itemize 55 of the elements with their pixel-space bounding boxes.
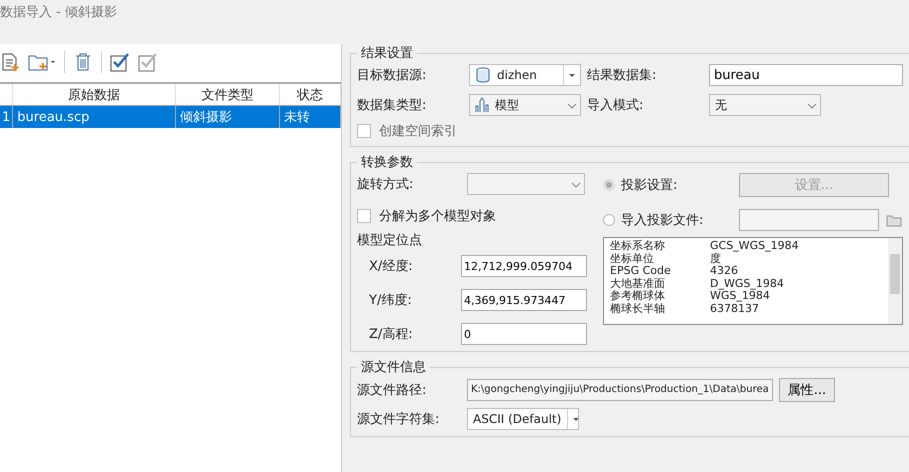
info-value: 6378137 — [710, 302, 759, 315]
field-label: 导入模式: — [587, 97, 644, 114]
file-path-field[interactable]: K:\gongcheng\yingjiju\Productions\Production_1\Data\burea — [467, 379, 773, 401]
checkbox[interactable] — [357, 124, 371, 138]
group-title: 结果设置 — [360, 45, 414, 62]
info-value: GCS_WGS_1984 — [710, 240, 799, 252]
radio-label: 投影设置: — [621, 177, 678, 194]
projection-file-input[interactable] — [739, 209, 879, 231]
window-title: 数据导入 - 倾斜摄影 — [0, 4, 118, 22]
info-key: EPSG Code — [610, 265, 710, 278]
datasource-dropdown[interactable]: dizhen — [469, 64, 581, 86]
section-label: 模型定位点 — [357, 232, 423, 249]
field-label: X/经度: — [368, 258, 414, 275]
coordinate-input[interactable]: 12,712,999.059704 — [461, 255, 587, 277]
database-icon — [475, 67, 491, 83]
info-key: 参考椭球体 — [610, 290, 710, 302]
radio-label: 导入投影文件: — [621, 212, 704, 229]
dataset-name-input[interactable]: bureau — [709, 64, 903, 86]
field-label: 结果数据集: — [587, 67, 658, 84]
field-label: 源文件路径: — [357, 382, 428, 399]
coordinate-input[interactable]: 4,369,915.973447 — [461, 289, 587, 311]
properties-button[interactable]: 属性... — [778, 378, 836, 402]
info-key: 椭球长半轴 — [610, 302, 710, 315]
import-mode-dropdown[interactable]: 无 — [709, 94, 821, 116]
charset-dropdown[interactable]: ASCII (Default) — [467, 408, 579, 430]
info-key: 坐标系名称 — [610, 240, 710, 252]
radio-button[interactable] — [603, 179, 615, 191]
unselect-icon[interactable] — [138, 52, 158, 72]
field-label: 旋转方式: — [357, 176, 414, 193]
group-title: 源文件信息 — [360, 359, 427, 376]
add-file-icon[interactable] — [0, 52, 20, 72]
rotation-dropdown[interactable] — [467, 173, 585, 195]
dataset-type-dropdown[interactable]: 模型 — [469, 94, 581, 116]
field-label: Z/高程: — [368, 326, 414, 343]
field-label: 数据集类型: — [357, 97, 428, 114]
info-value: WGS_1984 — [710, 290, 770, 302]
info-value: D_WGS_1984 — [710, 278, 784, 290]
delete-icon[interactable] — [73, 52, 93, 72]
info-key: 坐标单位 — [610, 252, 710, 265]
field-label: 目标数据源: — [357, 67, 428, 84]
info-key: 大地基准面 — [610, 278, 710, 290]
checkbox[interactable] — [357, 209, 371, 223]
radio-button[interactable] — [603, 214, 615, 226]
select-all-icon[interactable] — [110, 52, 130, 72]
scrollbar[interactable] — [888, 238, 902, 324]
checkbox-label: 创建空间索引 — [379, 123, 457, 140]
info-value: 4326 — [710, 265, 738, 278]
field-label: Y/纬度: — [368, 292, 413, 309]
table-row[interactable]: 1 bureau.scp 倾斜摄影 未转 — [0, 106, 340, 128]
model-icon — [475, 97, 489, 113]
group-title: 转换参数 — [360, 154, 414, 171]
checkbox-label: 分解为多个模型对象 — [379, 208, 496, 225]
coordinate-input[interactable]: 0 — [461, 323, 587, 345]
info-value: 度 — [710, 252, 721, 265]
field-label: 源文件字符集: — [357, 411, 440, 428]
